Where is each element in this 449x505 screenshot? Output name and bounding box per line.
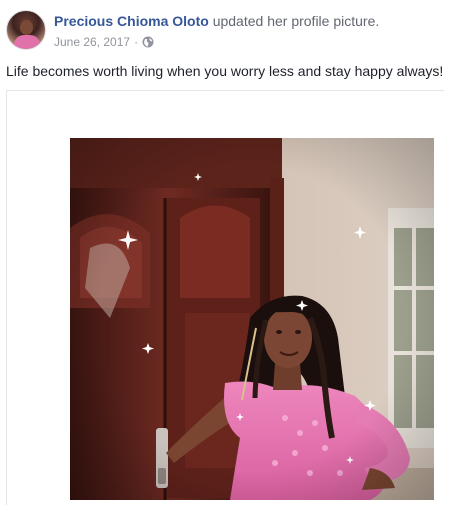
meta-separator: · [134,35,139,49]
post-date-link[interactable]: June 26, 2017 [54,34,130,50]
author-avatar[interactable] [6,10,46,50]
header-line: Precious Chioma Oloto updated her profil… [54,12,444,30]
header-text: Precious Chioma Oloto updated her profil… [54,12,444,50]
post-meta: June 26, 2017 · [54,34,444,50]
post-action-text: updated her profile picture. [212,13,380,29]
globe-icon[interactable] [142,36,154,48]
avatar-shirt [14,35,40,49]
profile-photo-image [70,138,434,500]
post-header: Precious Chioma Oloto updated her profil… [6,8,443,54]
author-name-link[interactable]: Precious Chioma Oloto [54,13,209,29]
post-text: Life becomes worth living when you worry… [6,63,444,79]
profile-photo[interactable] [70,138,434,500]
avatar-face [20,20,33,35]
